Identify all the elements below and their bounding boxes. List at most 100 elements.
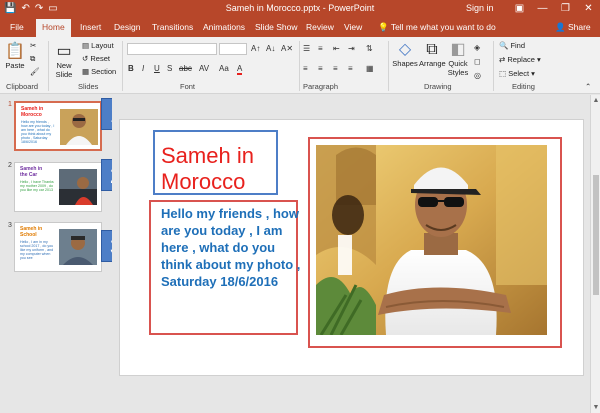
find-icon: 🔍 — [499, 41, 509, 50]
vertical-scrollbar[interactable]: ▲ ▼ — [590, 95, 600, 413]
section-icon: ▦ — [82, 67, 92, 76]
ribbon-separator — [493, 41, 494, 91]
paste-label: Paste — [5, 61, 25, 70]
scroll-up-icon[interactable]: ▲ — [591, 97, 600, 104]
drawing-group-label: Drawing — [424, 82, 452, 91]
quick-styles-button[interactable]: ◧ Quick Styles — [446, 41, 470, 77]
thumb-body: Hello , I have Thanks my mother 2009 , d… — [20, 180, 54, 192]
tab-review[interactable]: Review — [306, 22, 334, 32]
minimize-icon[interactable]: — — [531, 0, 554, 18]
smartart-icon[interactable]: ▦ — [366, 64, 374, 73]
share-label: Share — [567, 22, 591, 32]
ribbon-tabs: File Home Insert Design Transitions Anim… — [0, 18, 600, 37]
numbering-icon[interactable]: ≡ — [318, 44, 323, 53]
align-left-icon[interactable]: ≡ — [303, 64, 308, 73]
thumb-photo — [59, 229, 97, 265]
font-name-input[interactable] — [127, 43, 217, 55]
slide-title[interactable]: Sameh in Morocco — [161, 143, 281, 195]
shapes-icon: ◇ — [398, 41, 412, 58]
tab-slide-show[interactable]: Slide Show — [255, 22, 298, 32]
thumb-body: Hello , I am in my school 2017 , do you … — [20, 240, 54, 260]
arrange-button[interactable]: ⧉ Arrange — [419, 41, 446, 68]
select-button[interactable]: ⬚ Select ▾ — [499, 69, 535, 78]
align-right-icon[interactable]: ≡ — [333, 64, 338, 73]
arrange-label: Arrange — [419, 59, 446, 68]
collapse-ribbon-icon[interactable]: ⌃ — [585, 82, 591, 91]
clear-formatting-icon[interactable]: A✕ — [281, 44, 293, 53]
find-label: Find — [510, 41, 526, 50]
tell-me-text: Tell me what you want to do — [390, 22, 496, 32]
layout-button[interactable]: ▤ Layout — [82, 41, 114, 50]
justify-icon[interactable]: ≡ — [348, 64, 353, 73]
thumb-title: Sameh in the Car — [20, 166, 43, 178]
section-button[interactable]: ▦ Section — [82, 67, 116, 76]
format-painter-icon[interactable]: 🖌 — [30, 67, 40, 76]
tab-design[interactable]: Design — [114, 22, 140, 32]
copy-icon[interactable]: ⧉ — [30, 54, 35, 64]
font-color-button[interactable]: A — [237, 64, 243, 75]
decrease-indent-icon[interactable]: ⇤ — [333, 44, 340, 53]
character-spacing-button[interactable]: AV — [199, 64, 209, 73]
shapes-button[interactable]: ◇ Shapes — [392, 41, 418, 68]
italic-button[interactable]: I — [142, 64, 144, 73]
find-button[interactable]: 🔍 Find — [499, 41, 525, 50]
share-button[interactable]: 👤 Share — [555, 22, 591, 33]
new-slide-button[interactable]: ▭ New Slide — [52, 43, 76, 79]
slide-photo[interactable] — [316, 145, 547, 335]
thumb-title: Sameh in School — [20, 226, 43, 238]
tab-insert[interactable]: Insert — [80, 22, 101, 32]
close-icon[interactable]: ✕ — [577, 0, 600, 18]
tab-view[interactable]: View — [344, 22, 362, 32]
increase-indent-icon[interactable]: ⇥ — [348, 44, 355, 53]
change-case-button[interactable]: Aa — [219, 64, 229, 73]
thumb-photo — [60, 109, 98, 145]
align-center-icon[interactable]: ≡ — [318, 64, 323, 73]
scroll-thumb[interactable] — [593, 175, 599, 295]
paragraph-group-label: Paragraph — [303, 82, 339, 91]
replace-icon: ⇄ — [499, 55, 506, 64]
tab-animations[interactable]: Animations — [203, 22, 245, 32]
grow-font-icon[interactable]: A↑ — [251, 44, 260, 53]
new-slide-icon: ▭ — [56, 43, 72, 60]
shadow-button[interactable]: S — [167, 64, 172, 73]
paste-button[interactable]: 📋 Paste — [4, 43, 26, 70]
ribbon-separator — [122, 41, 123, 91]
select-label: Select — [508, 69, 530, 78]
clipboard-icon: 📋 — [5, 43, 25, 60]
shape-fill-icon[interactable]: ◈ — [474, 43, 480, 52]
window-controls: ▣ — ❐ ✕ — [508, 0, 600, 18]
reset-button[interactable]: ↺ Reset — [82, 54, 110, 63]
text-direction-icon[interactable]: ⇅ — [366, 44, 373, 53]
strikethrough-button[interactable]: abc — [179, 64, 192, 73]
underline-button[interactable]: U — [154, 64, 160, 73]
slide-number-3: 3 — [8, 222, 12, 229]
tell-me-box[interactable]: 💡 Tell me what you want to do — [378, 22, 496, 33]
bold-button[interactable]: B — [128, 64, 134, 73]
shape-effects-icon[interactable]: ◎ — [474, 71, 481, 80]
tab-home[interactable]: Home — [36, 19, 71, 37]
restore-icon[interactable]: ❐ — [554, 0, 577, 18]
slide-thumbnail-1[interactable]: Sameh in Morocco Hello my friends , how … — [14, 101, 102, 151]
slide-thumbnail-3[interactable]: Sameh in School Hello , I am in my schoo… — [14, 222, 102, 272]
slide-number-2: 2 — [8, 162, 12, 169]
replace-button[interactable]: ⇄ Replace ▾ — [499, 55, 541, 64]
font-size-input[interactable] — [219, 43, 247, 55]
sign-in-link[interactable]: Sign in — [466, 3, 494, 13]
cut-icon[interactable]: ✂ — [30, 41, 36, 50]
quick-styles-icon: ◧ — [450, 41, 466, 58]
shape-outline-icon[interactable]: ◻ — [474, 57, 481, 66]
font-group-label: Font — [180, 82, 196, 91]
tab-transitions[interactable]: Transitions — [152, 22, 193, 32]
section-label: Section — [91, 67, 117, 76]
new-slide-label: New Slide — [55, 61, 73, 79]
tab-file[interactable]: File — [10, 22, 24, 32]
scroll-down-icon[interactable]: ▼ — [591, 404, 600, 411]
layout-icon: ▤ — [82, 41, 92, 50]
bullets-icon[interactable]: ☰ — [303, 44, 310, 53]
slide-body-text[interactable]: Hello my friends , how are you today , I… — [161, 205, 301, 290]
lightbulb-icon: 💡 — [378, 22, 389, 32]
ribbon-display-options-icon[interactable]: ▣ — [508, 0, 531, 18]
slide-thumbnail-2[interactable]: Sameh in the Car Hello , I have Thanks m… — [14, 162, 102, 212]
shrink-font-icon[interactable]: A↓ — [266, 44, 275, 53]
share-icon: 👤 — [555, 22, 566, 32]
